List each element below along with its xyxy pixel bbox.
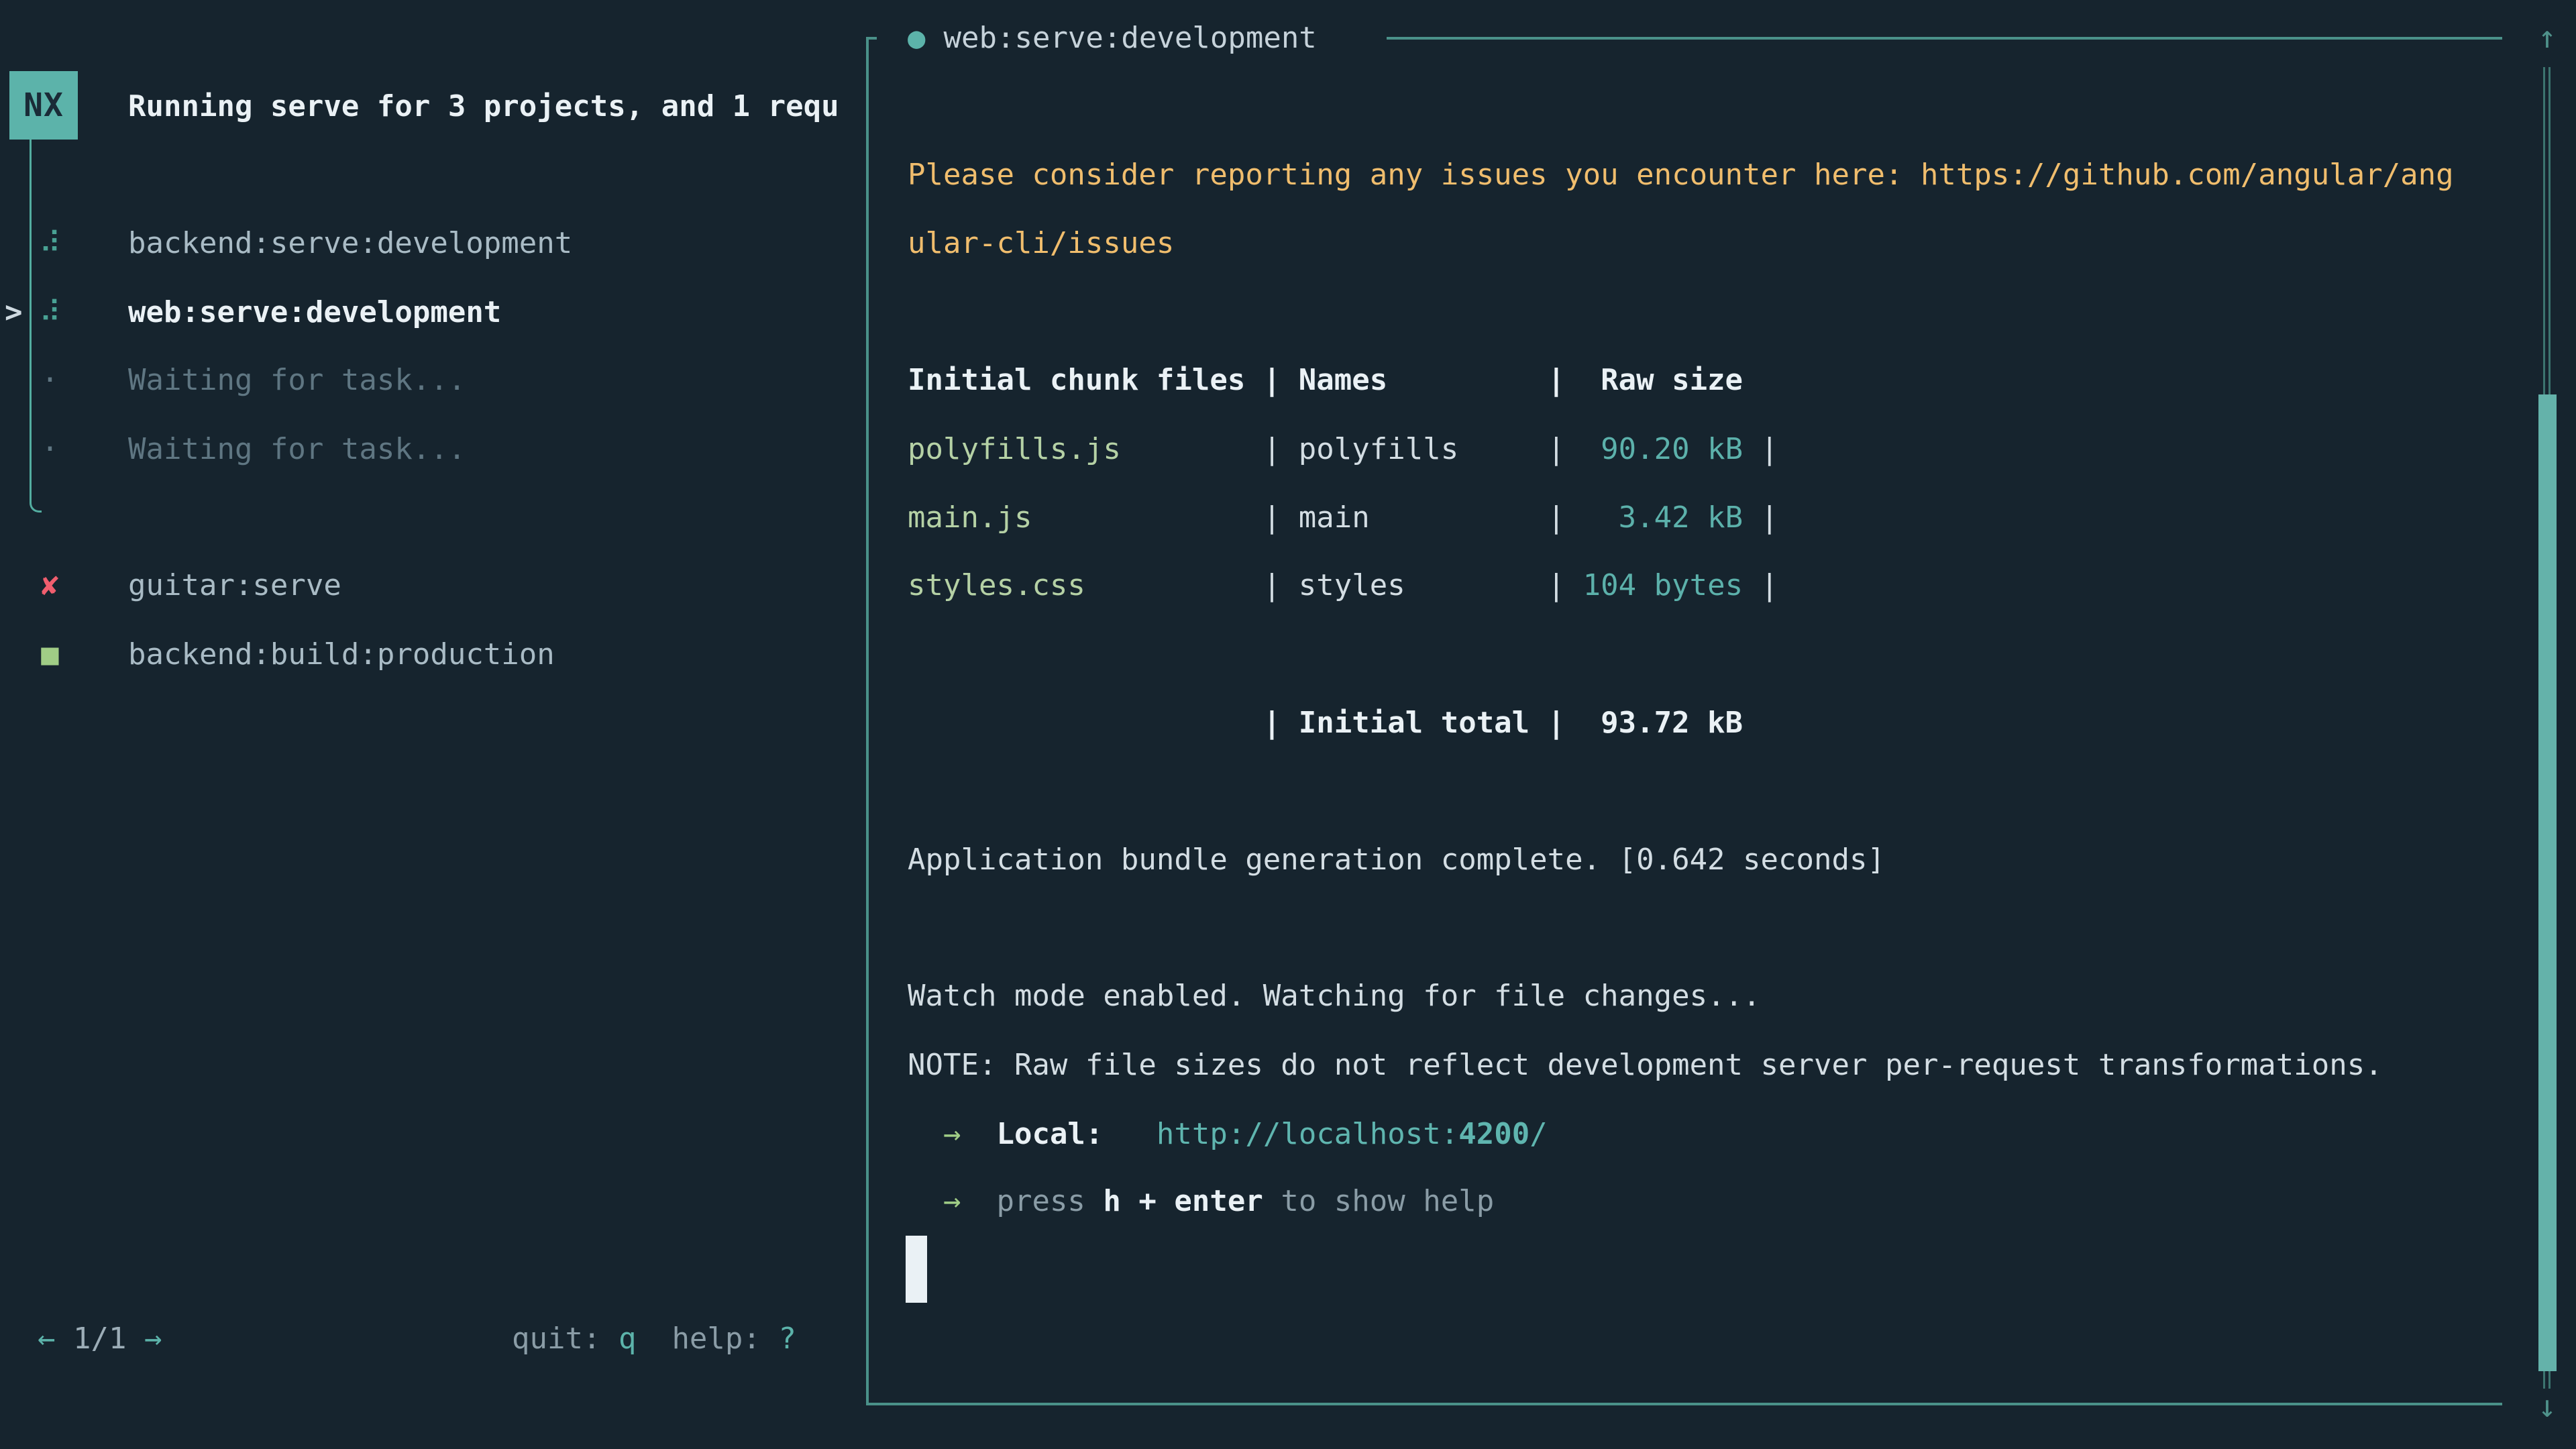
task-label: backend:serve:development <box>128 209 572 277</box>
scroll-up-icon[interactable]: ↑ <box>2530 3 2565 71</box>
square-icon: ■ <box>32 621 68 688</box>
terminal-line: main.js | main | 3.42 kB | <box>908 484 1778 551</box>
raw-size: 3.42 kB <box>1565 500 1743 535</box>
running-bullet-icon: ● <box>908 21 926 55</box>
raw-size: 90.20 kB <box>1565 432 1743 466</box>
terminal-line: Watch mode enabled. Watching for file ch… <box>908 962 1761 1030</box>
task-row[interactable]: · Waiting for task... <box>0 415 865 483</box>
initial-total: | Initial total | 93.72 kB <box>908 706 1743 740</box>
text-segment: | <box>1743 500 1778 535</box>
nx-logo: NX <box>9 71 78 140</box>
chunk-file: styles.css <box>908 568 1085 602</box>
task-label: Waiting for task... <box>128 415 466 483</box>
spinner-icon: ⠼ <box>32 209 68 277</box>
terminal-line: → Local: http://localhost:4200/ <box>908 1100 1548 1168</box>
cross-icon: ✘ <box>32 551 68 619</box>
terminal-line: | Initial total | 93.72 kB <box>908 689 1743 757</box>
terminal-line: Application bundle generation complete. … <box>908 826 1885 894</box>
quit-label: quit: <box>512 1322 600 1356</box>
text-segment: press <box>996 1184 1103 1218</box>
warning-text: Please consider reporting any issues you… <box>908 158 2454 192</box>
next-page-icon[interactable]: → <box>144 1322 162 1356</box>
task-label: backend:build:production <box>128 621 555 688</box>
text-segment: to show help <box>1263 1184 1494 1218</box>
text-segment <box>908 1117 943 1151</box>
task-label: web:serve:development <box>128 278 501 346</box>
terminal-line: ular-cli/issues <box>908 209 1174 277</box>
local-url-port[interactable]: 4200 <box>1458 1117 1529 1151</box>
warning-text: ular-cli/issues <box>908 226 1174 260</box>
pagination: ← 1/1 → <box>38 1305 162 1373</box>
task-row[interactable]: ✘ guitar:serve <box>0 551 865 619</box>
spinner-icon: ⠼ <box>32 278 68 346</box>
table-header: Initial chunk files | Names | Raw size <box>908 363 1743 397</box>
text-segment: | polyfills | <box>1121 432 1565 466</box>
task-row[interactable]: ⠼ backend:serve:development <box>0 209 865 277</box>
chunk-file: polyfills.js <box>908 432 1121 466</box>
chunk-file: main.js <box>908 500 1032 535</box>
bundle-complete-text: Application bundle generation complete. … <box>908 843 1885 877</box>
terminal-line: styles.css | styles | 104 bytes | <box>908 551 1778 619</box>
watch-mode-text: Watch mode enabled. Watching for file ch… <box>908 979 1761 1013</box>
help-keys: h + enter <box>1103 1184 1263 1218</box>
terminal-line: Initial chunk files | Names | Raw size <box>908 346 1743 414</box>
terminal-line: NOTE: Raw file sizes do not reflect deve… <box>908 1031 2383 1099</box>
text-segment <box>1103 1117 1156 1151</box>
task-row[interactable]: >⠼ web:serve:development <box>0 278 865 346</box>
text-segment: | styles | <box>1085 568 1565 602</box>
note-text: NOTE: Raw file sizes do not reflect deve… <box>908 1048 2383 1082</box>
task-row[interactable]: ■ backend:build:production <box>0 621 865 688</box>
text-segment <box>908 1184 943 1218</box>
terminal-line: Please consider reporting any issues you… <box>908 141 2454 209</box>
text-segment <box>961 1184 996 1218</box>
terminal-cursor <box>906 1236 927 1303</box>
arrow-icon: → <box>943 1117 961 1151</box>
shortcuts-bar: quit: q help: ? <box>512 1305 796 1373</box>
terminal-line: polyfills.js | polyfills | 90.20 kB | <box>908 415 1778 483</box>
text-segment: | main | <box>1032 500 1565 535</box>
scroll-down-icon[interactable]: ↓ <box>2530 1373 2565 1440</box>
page-indicator: 1/1 <box>73 1322 126 1356</box>
selected-chevron-icon: > <box>5 278 23 346</box>
text-segment: | <box>1743 568 1778 602</box>
raw-size: 104 bytes <box>1565 568 1743 602</box>
prev-page-icon[interactable]: ← <box>38 1322 56 1356</box>
output-panel-title: ● web:serve:development <box>877 8 1387 68</box>
local-url-slash[interactable]: / <box>1529 1117 1548 1151</box>
text-segment <box>961 1117 996 1151</box>
task-label: Waiting for task... <box>128 346 466 414</box>
panel-title-text: web:serve:development <box>944 21 1317 55</box>
terminal-line: → press h + enter to show help <box>908 1167 1494 1235</box>
text-segment: | <box>1743 432 1778 466</box>
dot-icon: · <box>32 346 68 414</box>
local-url[interactable]: http://localhost: <box>1157 1117 1458 1151</box>
quit-key: q <box>619 1322 637 1356</box>
task-label: guitar:serve <box>128 551 341 619</box>
task-row[interactable]: · Waiting for task... <box>0 346 865 414</box>
local-label: Local: <box>996 1117 1103 1151</box>
scrollbar-thumb[interactable] <box>2538 394 2557 1371</box>
help-label: help: <box>672 1322 760 1356</box>
dot-icon: · <box>32 415 68 483</box>
sidebar-title: Running serve for 3 projects, and 1 requ <box>128 72 839 140</box>
arrow-icon: → <box>943 1184 961 1218</box>
help-key: ? <box>778 1322 796 1356</box>
